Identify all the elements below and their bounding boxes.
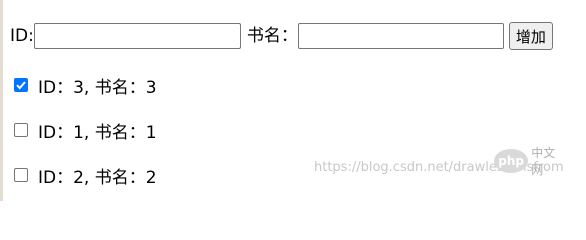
book-checkbox[interactable] <box>14 168 28 182</box>
list-item: ID：3, 书名：3 <box>14 72 157 98</box>
book-name-input[interactable] <box>297 23 504 49</box>
add-button[interactable]: 增加 <box>508 22 553 50</box>
book-checkbox[interactable] <box>14 78 28 92</box>
list-item: ID：1, 书名：1 <box>14 117 157 143</box>
book-item-label: ID：1, 书名：1 <box>38 122 157 143</box>
watermark: https://blog.csdn.net/drawlessonsfrom ph… <box>314 146 564 177</box>
book-item-label: ID：2, 书名：2 <box>38 167 157 188</box>
php-logo-icon: php <box>494 149 529 173</box>
window-left-edge <box>0 0 3 201</box>
list-item: ID：2, 书名：2 <box>14 162 157 188</box>
add-book-form: ID: 书名： 增加 <box>10 22 553 50</box>
check-icon <box>16 81 26 90</box>
id-input[interactable] <box>33 23 241 49</box>
book-item-label: ID：3, 书名：3 <box>38 77 157 98</box>
id-label: ID: <box>10 26 34 46</box>
logo-cn-text: 中文网 <box>531 146 556 177</box>
book-checkbox[interactable] <box>14 123 28 137</box>
book-name-label: 书名： <box>246 26 298 46</box>
book-list: ID：3, 书名：3 ID：1, 书名：1 ID：2, 书名：2 <box>14 72 157 207</box>
watermark-logo: php 中文网 <box>494 144 564 178</box>
